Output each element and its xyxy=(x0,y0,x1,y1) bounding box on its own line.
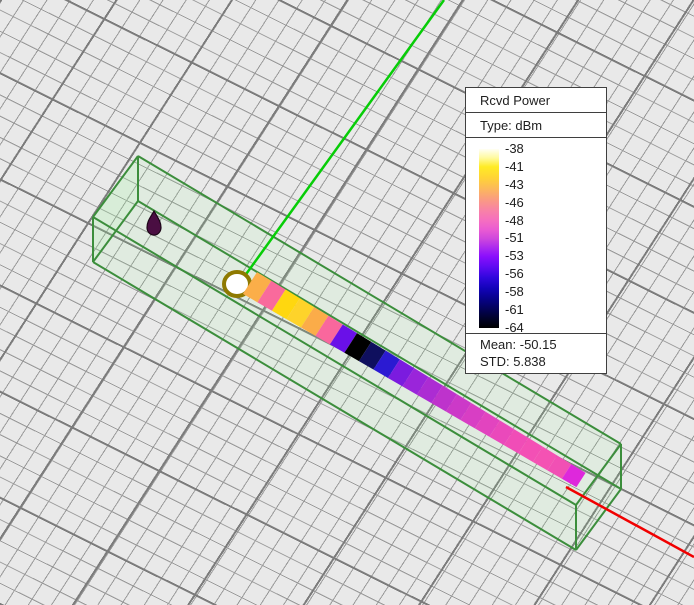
colorbar-tick-labels: -38 -41 -43 -46 -48 -51 -53 -56 -58 -61 -64 xyxy=(505,141,555,336)
y-axis-line xyxy=(242,0,446,278)
legend-title: Rcvd Power xyxy=(480,92,551,108)
legend-type-label: Type: dBm xyxy=(480,117,543,133)
legend-type-row: Type: dBm xyxy=(466,113,606,138)
colorbar-tick-label: -38 xyxy=(505,141,524,156)
colorbar-tick-label: -43 xyxy=(505,176,524,192)
std-value: STD: 5.838 xyxy=(480,354,546,369)
legend-panel: Rcvd Power Type: dBm -38 -41 -43 -46 -48 -51-… xyxy=(465,87,607,374)
colorbar-gradient xyxy=(479,149,499,328)
colorbar-tick-label: -58 xyxy=(505,284,524,300)
site-viewer-canvas[interactable]: Rcvd Power Type: dBm -38 -41 -43 -46 -48 -51-… xyxy=(0,0,694,605)
colorbar-tick-label: -41 xyxy=(505,158,524,174)
colorbar-tick-label: -64 xyxy=(505,319,524,335)
colorbar-tick-label: -48 xyxy=(505,212,524,228)
colorbar-tick-label: -61 xyxy=(505,302,524,318)
colorbar-tick-label: -51 xyxy=(505,230,524,246)
legend-stats: Mean: -50.15 STD: 5.838 xyxy=(466,334,606,373)
legend-header: Rcvd Power xyxy=(466,88,606,113)
colorbar-tick-label: -53 xyxy=(505,248,524,264)
colorbar-tick-label: -56 xyxy=(505,266,524,282)
colorbar-tick-label: -46 xyxy=(505,194,524,210)
colorbar-section: -38 -41 -43 -46 -48 -51 -53 -56 -58 -61 -64 xyxy=(466,138,606,336)
mean-value: Mean: -50.15 xyxy=(480,337,557,352)
